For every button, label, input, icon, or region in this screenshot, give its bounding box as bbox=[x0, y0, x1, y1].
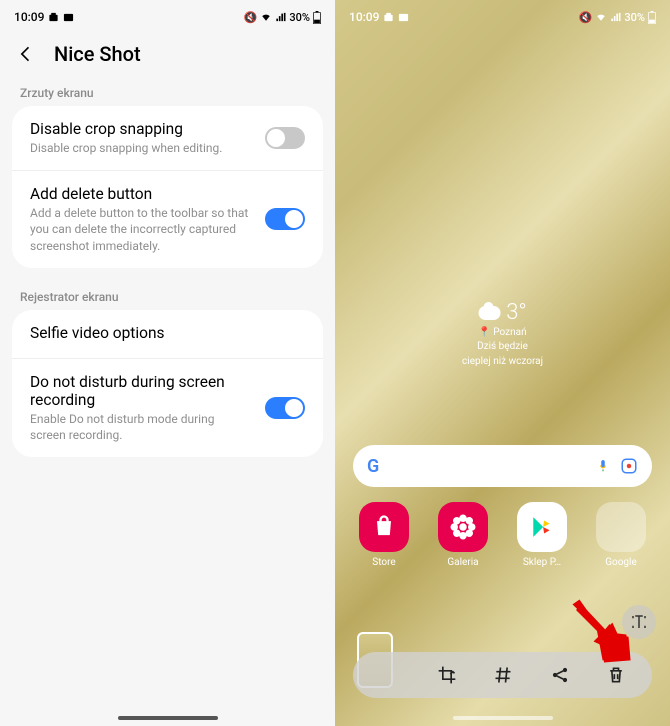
toggle-switch[interactable] bbox=[265, 127, 305, 149]
search-bar[interactable]: G bbox=[353, 445, 652, 487]
weather-text-2: cieplej niż wczoraj bbox=[462, 355, 543, 368]
status-bar: 10:09 🔇 30% bbox=[0, 0, 335, 28]
mute-icon: 🔇 bbox=[579, 11, 593, 24]
item-title: Add delete button bbox=[30, 185, 251, 203]
google-logo: G bbox=[367, 456, 379, 477]
app-row: Store Galeria Sklep P… Google bbox=[353, 502, 652, 568]
share-icon[interactable] bbox=[545, 660, 575, 690]
wifi-icon bbox=[595, 12, 607, 22]
item-subtitle: Add a delete button to the toolbar so th… bbox=[30, 205, 251, 254]
item-subtitle: Enable Do not disturb mode during screen… bbox=[30, 411, 251, 443]
app-label: Google bbox=[605, 557, 637, 568]
wifi-icon bbox=[260, 12, 272, 22]
settings-group: Disable crop snapping Disable crop snapp… bbox=[12, 106, 323, 268]
notif-icons bbox=[383, 12, 394, 23]
app-store[interactable]: Store bbox=[353, 502, 415, 568]
location: 📍 Poznań bbox=[462, 327, 543, 338]
battery-icon bbox=[648, 11, 656, 24]
setting-dnd-recording[interactable]: Do not disturb during screen recording E… bbox=[12, 358, 323, 457]
folder-icon bbox=[596, 502, 646, 552]
app-label: Store bbox=[372, 557, 395, 568]
status-bar: 10:09 🔇 30% bbox=[335, 0, 670, 28]
notif-icons-2 bbox=[398, 12, 409, 23]
settings-screen: 10:09 🔇 30% Nice Shot Zrzuty ekranu Disa… bbox=[0, 0, 335, 726]
crop-icon[interactable] bbox=[432, 660, 462, 690]
lens-icon[interactable] bbox=[620, 457, 638, 475]
app-label: Galeria bbox=[447, 557, 478, 568]
back-icon[interactable] bbox=[16, 44, 36, 64]
setting-add-delete[interactable]: Add delete button Add a delete button to… bbox=[12, 170, 323, 268]
battery-text: 30% bbox=[289, 11, 310, 24]
battery-icon bbox=[313, 11, 321, 24]
hashtag-icon[interactable] bbox=[488, 660, 518, 690]
setting-disable-crop[interactable]: Disable crop snapping Disable crop snapp… bbox=[12, 106, 323, 170]
app-play-store[interactable]: Sklep P… bbox=[511, 502, 573, 568]
store-icon bbox=[359, 502, 409, 552]
item-subtitle: Disable crop snapping when editing. bbox=[30, 140, 251, 156]
app-gallery[interactable]: Galeria bbox=[432, 502, 494, 568]
cloud-icon bbox=[478, 306, 500, 320]
temperature: 3° bbox=[506, 300, 527, 325]
settings-group: Selfie video options Do not disturb duri… bbox=[12, 310, 323, 457]
toggle-switch[interactable] bbox=[265, 208, 305, 230]
header: Nice Shot bbox=[0, 28, 335, 86]
mic-icon[interactable] bbox=[596, 457, 610, 475]
setting-selfie-video[interactable]: Selfie video options bbox=[12, 310, 323, 358]
screenshot-toolbar bbox=[353, 652, 652, 698]
weather-widget[interactable]: 3° 📍 Poznań Dziś będzie cieplej niż wczo… bbox=[462, 300, 543, 368]
page-title: Nice Shot bbox=[54, 42, 141, 66]
item-title: Disable crop snapping bbox=[30, 120, 251, 138]
app-label: Sklep P… bbox=[523, 557, 561, 568]
text-extract-button[interactable] bbox=[622, 605, 656, 639]
item-title: Selfie video options bbox=[30, 324, 305, 342]
item-title: Do not disturb during screen recording bbox=[30, 373, 251, 409]
clock: 10:09 bbox=[14, 10, 44, 24]
mute-icon: 🔇 bbox=[244, 11, 258, 24]
section-label: Zrzuty ekranu bbox=[0, 86, 335, 106]
section-label: Rejestrator ekranu bbox=[0, 290, 335, 310]
home-screen: 10:09 🔇 30% 3° 📍 Poznań Dziś będzie ciep… bbox=[335, 0, 670, 726]
gallery-icon bbox=[438, 502, 488, 552]
clock: 10:09 bbox=[349, 10, 379, 24]
notif-icons bbox=[48, 12, 59, 23]
home-indicator[interactable] bbox=[453, 716, 553, 720]
notif-icons-2 bbox=[63, 12, 74, 23]
signal-icon bbox=[610, 12, 621, 22]
app-folder-google[interactable]: Google bbox=[590, 502, 652, 568]
toggle-switch[interactable] bbox=[265, 397, 305, 419]
signal-icon bbox=[275, 12, 286, 22]
home-indicator[interactable] bbox=[118, 716, 218, 720]
play-icon bbox=[517, 502, 567, 552]
delete-icon[interactable] bbox=[601, 660, 631, 690]
battery-text: 30% bbox=[624, 11, 645, 24]
weather-text-1: Dziś będzie bbox=[462, 340, 543, 353]
